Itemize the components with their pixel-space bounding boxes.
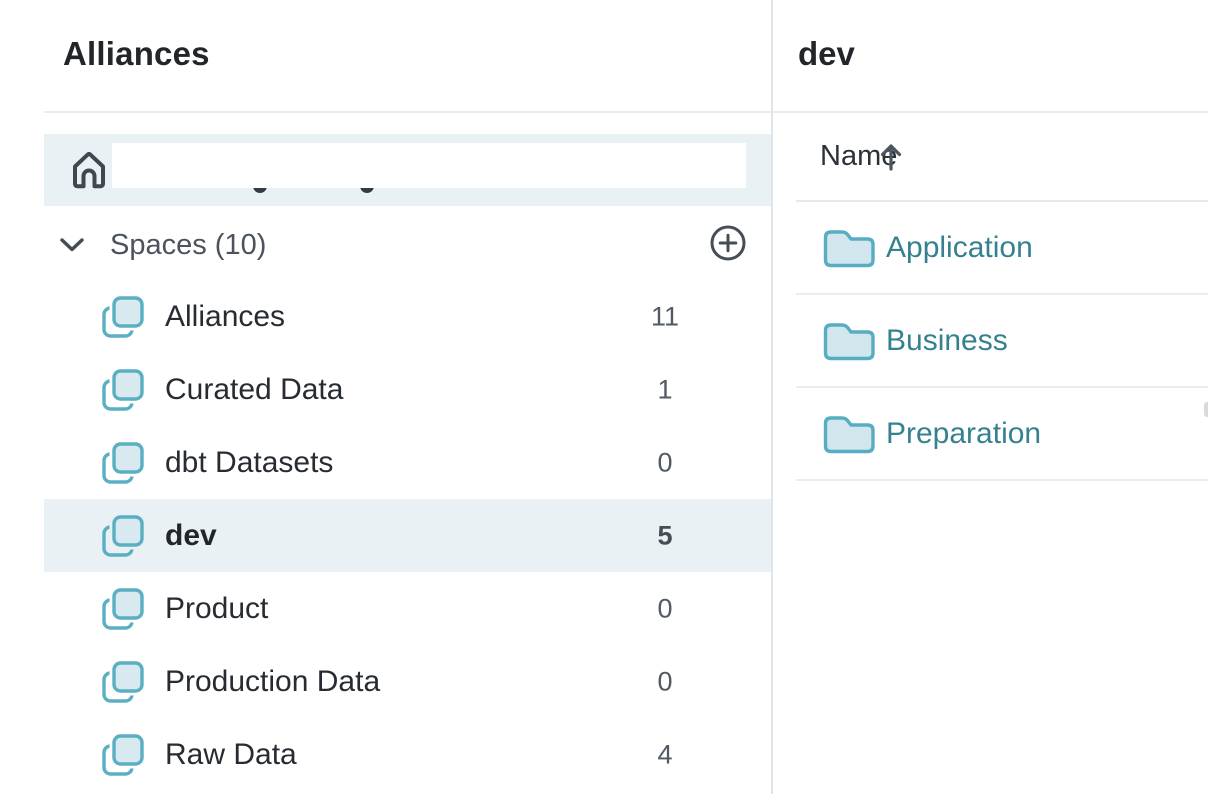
space-icon xyxy=(101,733,145,777)
space-row-dbt-datasets[interactable]: dbt Datasets 0 xyxy=(44,426,771,499)
left-panel: Alliances Spaces (10) xyxy=(0,0,771,794)
space-count: 0 xyxy=(635,666,695,697)
space-name: Curated Data xyxy=(165,373,343,407)
folder-icon xyxy=(823,321,875,361)
folder-name-link[interactable]: Preparation xyxy=(886,417,1041,451)
arrow-up-icon[interactable] xyxy=(878,141,904,178)
space-count: 11 xyxy=(635,301,695,332)
space-name: Alliances xyxy=(165,300,285,334)
folder-row-preparation[interactable]: Preparation xyxy=(796,388,1208,481)
folder-table: Application Business Preparation xyxy=(796,202,1208,481)
space-row-raw-data[interactable]: Raw Data 4 xyxy=(44,718,771,791)
space-count: 4 xyxy=(635,739,695,770)
spaces-section-label: Spaces (10) xyxy=(110,228,266,262)
space-row-product[interactable]: Product 0 xyxy=(44,572,771,645)
folder-name-link[interactable]: Application xyxy=(886,231,1033,265)
space-count: 5 xyxy=(635,520,695,551)
space-icon xyxy=(101,368,145,412)
space-count: 1 xyxy=(635,374,695,405)
sidebar-title: Alliances xyxy=(63,36,210,72)
folder-row-application[interactable]: Application xyxy=(796,202,1208,295)
space-icon xyxy=(101,660,145,704)
space-list: Alliances 11 Curated Data 1 dbt Datase xyxy=(44,280,771,791)
space-icon xyxy=(101,295,145,339)
redacted-text-overlay xyxy=(112,143,746,188)
folder-icon xyxy=(823,228,875,268)
folder-icon xyxy=(823,414,875,454)
space-name: Product xyxy=(165,592,268,626)
main-title: dev xyxy=(798,36,855,72)
space-row-production-data[interactable]: Production Data 0 xyxy=(44,645,771,718)
folder-name-link[interactable]: Business xyxy=(886,324,1008,358)
spaces-section-header: Spaces (10) xyxy=(44,222,771,266)
space-count: 0 xyxy=(635,593,695,624)
space-name: Raw Data xyxy=(165,738,297,772)
add-space-button[interactable] xyxy=(709,224,747,262)
home-icon xyxy=(68,148,110,197)
space-name: Production Data xyxy=(165,665,380,699)
sidebar-title-divider xyxy=(44,111,772,113)
right-panel: dev Name Application Business xyxy=(773,0,1208,794)
space-name: dev xyxy=(165,519,217,553)
space-count: 0 xyxy=(635,447,695,478)
chevron-down-icon[interactable] xyxy=(59,237,85,258)
space-icon xyxy=(101,441,145,485)
space-icon xyxy=(101,587,145,631)
space-name: dbt Datasets xyxy=(165,446,333,480)
folder-row-business[interactable]: Business xyxy=(796,295,1208,388)
main-title-divider xyxy=(773,111,1208,113)
space-icon xyxy=(101,514,145,558)
space-row-curated-data[interactable]: Curated Data 1 xyxy=(44,353,771,426)
app-root: Alliances Spaces (10) xyxy=(0,0,1208,794)
space-row-dev[interactable]: dev 5 xyxy=(44,499,771,572)
scrollbar-sliver[interactable] xyxy=(1204,402,1208,417)
home-row[interactable] xyxy=(44,134,771,206)
space-row-alliances[interactable]: Alliances 11 xyxy=(44,280,771,353)
